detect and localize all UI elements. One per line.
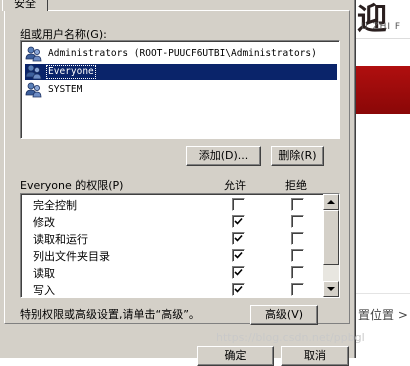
scroll-up-button[interactable]: [323, 194, 339, 210]
user-name: Everyone: [46, 65, 96, 79]
user-group-icon: [25, 46, 43, 62]
tab-security[interactable]: 安全: [2, 0, 48, 11]
deny-checkbox[interactable]: [291, 266, 304, 279]
permission-name: 读取和运行: [33, 233, 88, 246]
site-nav-band: 产品: [355, 66, 410, 162]
user-group-icon: [25, 64, 43, 80]
arrow-up-icon: [327, 200, 335, 204]
cancel-button[interactable]: 取消: [281, 346, 349, 366]
allow-checkbox[interactable]: [232, 215, 245, 228]
allow-checkbox[interactable]: [232, 198, 245, 211]
user-row[interactable]: SYSTEM: [25, 82, 337, 98]
user-name: Administrators (ROOT-PUUCF6UTBI\Administ…: [48, 48, 317, 59]
allow-checkbox[interactable]: [232, 283, 245, 296]
site-divider: [355, 293, 410, 294]
permission-row: 写入: [21, 281, 321, 297]
checkmark-icon: [234, 217, 243, 225]
deny-header: 拒绝: [285, 179, 307, 192]
permission-row: 修改: [21, 213, 321, 230]
deny-checkbox[interactable]: [291, 232, 304, 245]
checkmark-icon: [234, 268, 243, 276]
permission-name: 完全控制: [33, 199, 77, 212]
scroll-thumb[interactable]: [323, 210, 339, 265]
advanced-button[interactable]: 高级(V): [250, 305, 318, 325]
allow-header: 允许: [224, 179, 246, 192]
permissions-scrollbar[interactable]: [323, 194, 339, 297]
permission-row: 读取: [21, 264, 321, 281]
watermark: https://blog.csdn.net/ppbgl: [216, 331, 365, 344]
site-tagline: U ZHI F: [361, 22, 402, 32]
arrow-down-icon: [327, 287, 335, 291]
user-row[interactable]: Everyone: [25, 64, 337, 80]
scroll-down-button[interactable]: [323, 281, 339, 297]
group-user-list[interactable]: Administrators (ROOT-PUUCF6UTBI\Administ…: [20, 40, 340, 139]
deny-checkbox[interactable]: [291, 215, 304, 228]
site-breadcrumb: 置位置 > 产: [358, 308, 410, 322]
site-header-strip: [355, 38, 410, 67]
user-name: SYSTEM: [48, 84, 83, 95]
advanced-hint: 特别权限或高级设置,请单击“高级”。: [20, 308, 200, 321]
checkmark-icon: [234, 285, 243, 293]
add-button[interactable]: 添加(D)...: [186, 146, 261, 166]
permission-row: 读取和运行: [21, 230, 321, 247]
permission-name: 写入: [33, 284, 55, 297]
security-dialog: 安全 组或用户名称(G): Administrators (ROOT-PUUCF…: [0, 0, 356, 366]
deny-checkbox[interactable]: [291, 283, 304, 296]
remove-button[interactable]: 删除(R): [271, 146, 324, 166]
permission-row: 列出文件夹目录: [21, 247, 321, 264]
permissions-label: Everyone 的权限(P): [20, 179, 124, 192]
permission-name: 读取: [33, 267, 55, 280]
user-group-icon: [25, 82, 43, 98]
user-row[interactable]: Administrators (ROOT-PUUCF6UTBI\Administ…: [25, 46, 337, 62]
nav-products-link[interactable]: 产品: [377, 142, 407, 163]
background-webpage: 迎制 U ZHI F 产品 置位置 > 产: [355, 0, 410, 358]
checkmark-icon: [234, 234, 243, 242]
ok-button[interactable]: 确定: [197, 346, 274, 366]
allow-checkbox[interactable]: [232, 232, 245, 245]
permissions-list[interactable]: 完全控制修改读取和运行列出文件夹目录 读取写入: [20, 193, 340, 298]
allow-checkbox[interactable]: [232, 266, 245, 279]
deny-checkbox[interactable]: [291, 249, 304, 262]
checkmark-icon: [234, 251, 243, 259]
deny-checkbox[interactable]: [291, 198, 304, 211]
permission-row: 完全控制: [21, 196, 321, 213]
allow-checkbox[interactable]: [232, 249, 245, 262]
permission-name: 修改: [33, 216, 55, 229]
permission-name: 列出文件夹目录: [33, 250, 110, 263]
